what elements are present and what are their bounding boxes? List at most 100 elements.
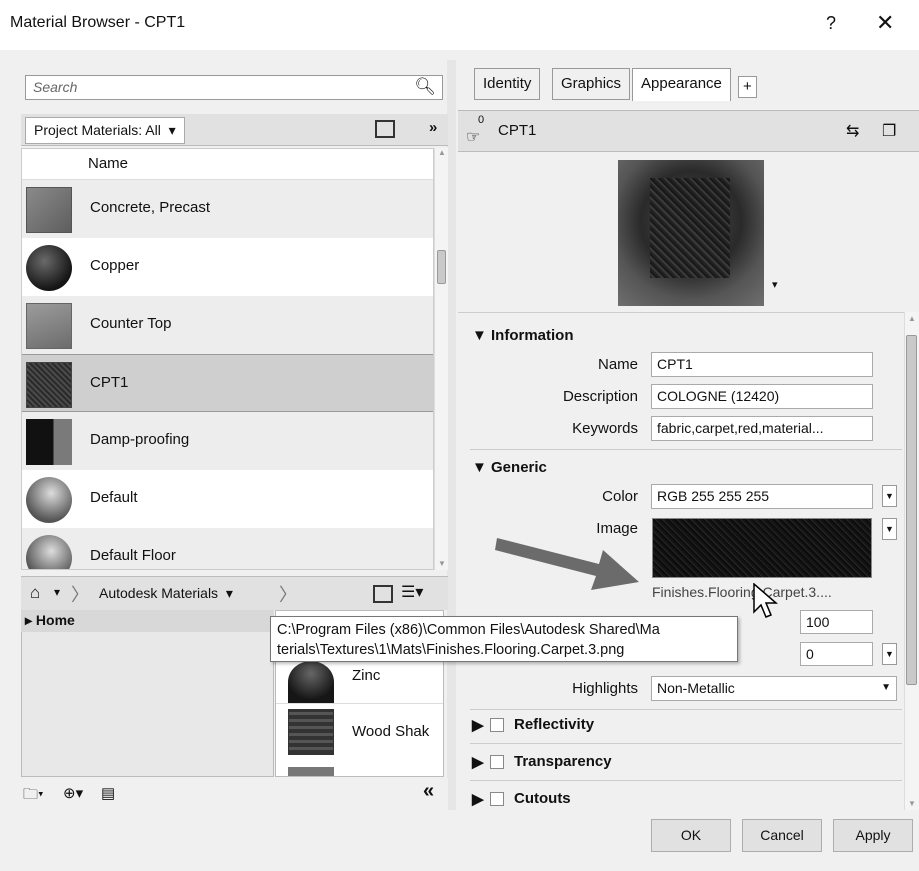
color-dropdown-button[interactable]: ▼ — [882, 485, 897, 507]
image-swatch[interactable] — [652, 518, 872, 578]
highlights-select[interactable]: Non-Metallic ▼ — [651, 676, 897, 701]
color-label: Color — [602, 488, 638, 505]
list-item[interactable]: Default — [22, 470, 433, 528]
apply-button[interactable]: Apply — [833, 819, 913, 852]
collapse-icon[interactable]: « — [423, 780, 434, 803]
image-filename-link[interactable]: Finishes.Flooring.Carpet.3.... — [652, 584, 832, 600]
scroll-up-icon[interactable]: ▲ — [908, 314, 916, 323]
cancel-button[interactable]: Cancel — [742, 819, 822, 852]
ok-button[interactable]: OK — [651, 819, 731, 852]
image-fade-value[interactable]: 100 — [800, 610, 873, 634]
title-bar: Material Browser - CPT1 ? ✕ — [0, 0, 919, 50]
glossiness-value[interactable]: 0 — [800, 642, 873, 666]
annotation-arrow — [495, 538, 639, 590]
keywords-field[interactable]: fabric,carpet,red,material... — [651, 416, 873, 441]
project-materials-list: Name Concrete, Precast Copper Counter To… — [21, 148, 434, 570]
library-label: Autodesk Materials — [99, 585, 219, 601]
chevron-down-icon: ▾ — [164, 122, 176, 138]
section-transparency-label: Transparency — [514, 753, 612, 770]
asset-hand-icon: ☞ — [466, 129, 481, 146]
search-placeholder: Search — [33, 79, 78, 95]
mouse-cursor-icon — [753, 583, 779, 618]
scroll-down-icon[interactable]: ▼ — [438, 559, 446, 568]
description-field[interactable]: COLOGNE (12420) — [651, 384, 873, 409]
project-filter-bar: Project Materials: All ▾ » — [21, 114, 448, 146]
scroll-down-icon[interactable]: ▼ — [908, 799, 916, 808]
scroll-up-icon[interactable]: ▲ — [438, 148, 446, 157]
properties-scrollbar-thumb[interactable] — [906, 335, 917, 685]
concrete-thumbnail — [26, 187, 72, 233]
section-generic-header[interactable]: ▼ Generic — [472, 459, 547, 476]
section-cutouts-header[interactable]: ▶ — [472, 790, 484, 808]
list-scrollbar-thumb[interactable] — [437, 250, 446, 284]
grid-item-label[interactable]: Zinc — [352, 667, 380, 684]
transparency-checkbox[interactable] — [490, 755, 504, 769]
create-material-icon[interactable]: ⊕▾ — [63, 784, 83, 802]
chevron-down-icon[interactable]: ▾ — [772, 278, 778, 291]
description-label: Description — [562, 388, 638, 405]
asset-usage-count: 0 — [478, 114, 485, 126]
divider — [470, 449, 902, 450]
replace-asset-icon[interactable]: ⇆ — [846, 121, 859, 141]
panel-view-icon[interactable] — [373, 585, 393, 603]
chevron-down-icon[interactable]: ▾ — [54, 585, 60, 599]
tab-appearance[interactable]: Appearance — [632, 68, 731, 101]
image-dropdown-button[interactable]: ▼ — [882, 518, 897, 540]
search-input[interactable]: Search 🔍︎ — [25, 75, 443, 100]
list-item[interactable]: Damp-proofing — [22, 412, 433, 470]
list-item-label: Default Floor — [90, 547, 176, 564]
home-icon[interactable]: ⌂ — [30, 583, 40, 603]
divider — [470, 709, 902, 710]
grid-item-label[interactable]: Wood Shak — [352, 723, 429, 740]
list-item[interactable]: Copper — [22, 238, 433, 296]
divider — [470, 743, 902, 744]
library-tree — [21, 610, 274, 777]
tree-home-label: ▸ Home — [25, 612, 75, 628]
chevron-down-icon: ▼ — [881, 682, 891, 693]
image-path-tooltip: C:\Program Files (x86)\Common Files\Auto… — [270, 616, 738, 662]
list-item[interactable]: Concrete, Precast — [22, 180, 433, 238]
column-header-name[interactable]: Name — [88, 155, 128, 172]
preview-swatch[interactable] — [618, 160, 764, 306]
section-information-header[interactable]: ▼ Information — [472, 327, 574, 344]
tree-item-home[interactable]: ▸ Home — [21, 610, 274, 632]
list-item-selected[interactable]: CPT1 — [22, 354, 433, 412]
section-reflectivity-header[interactable]: ▶ — [472, 716, 484, 734]
name-field[interactable]: CPT1 — [651, 352, 873, 377]
highlights-label: Highlights — [572, 680, 638, 697]
glossiness-dropdown-button[interactable]: ▼ — [882, 643, 897, 665]
panel-view-icon[interactable] — [375, 120, 395, 138]
cutouts-checkbox[interactable] — [490, 792, 504, 806]
close-button[interactable]: ✕ — [876, 10, 894, 36]
list-header: Name — [22, 149, 433, 180]
splitter[interactable] — [447, 60, 456, 810]
list-item-label: Default — [90, 489, 138, 506]
material-editor-icon[interactable]: ▤ — [101, 784, 115, 802]
overflow-icon[interactable]: » — [429, 119, 437, 136]
default-thumbnail — [26, 477, 72, 523]
color-field[interactable]: RGB 255 255 255 — [651, 484, 873, 509]
library-dropdown[interactable]: Autodesk Materials ▾ — [91, 581, 241, 606]
project-filter-dropdown[interactable]: Project Materials: All ▾ — [25, 117, 185, 144]
duplicate-asset-icon[interactable]: ❐ — [882, 121, 896, 141]
list-item-label: Copper — [90, 257, 140, 274]
help-button[interactable]: ? — [826, 13, 836, 34]
damp-proofing-thumbnail — [26, 419, 72, 465]
list-view-icon[interactable]: ☰▾ — [401, 582, 423, 602]
tab-graphics[interactable]: Graphics — [552, 68, 631, 100]
list-item-label: Damp-proofing — [90, 431, 190, 448]
list-item-label: CPT1 — [90, 374, 129, 391]
add-tab-button[interactable]: + — [738, 76, 757, 98]
grid-item-partial — [288, 767, 334, 776]
tab-identity[interactable]: Identity — [474, 68, 541, 100]
breadcrumb-separator-icon: 〉 — [279, 585, 297, 605]
list-item[interactable]: Default Floor — [22, 528, 433, 569]
default-floor-thumbnail — [26, 535, 72, 569]
reflectivity-checkbox[interactable] — [490, 718, 504, 732]
list-item[interactable]: Counter Top — [22, 296, 433, 354]
chevron-down-icon: ▾ — [221, 585, 233, 601]
list-scrollbar[interactable]: ▲ ▼ — [434, 148, 448, 570]
manage-library-icon[interactable]: 🗀▾ — [23, 784, 44, 809]
list-item-label: Concrete, Precast — [90, 199, 211, 216]
section-transparency-header[interactable]: ▶ — [472, 753, 484, 771]
